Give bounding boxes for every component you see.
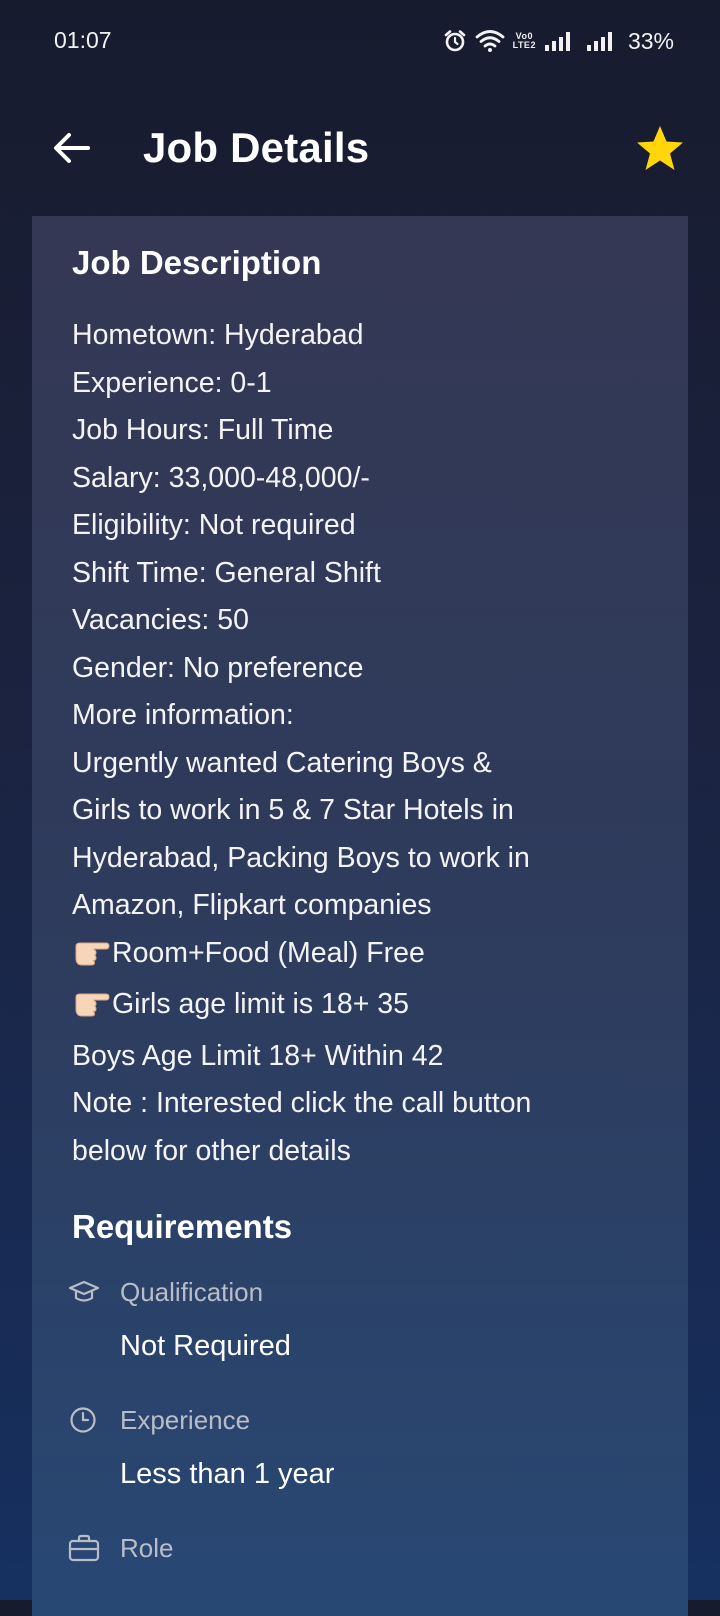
description-line: Job Hours: Full Time bbox=[72, 414, 334, 446]
description-line: Vacancies: 50 bbox=[72, 604, 249, 636]
job-description-text: Hometown: Hyderabad Experience: 0-1 Job … bbox=[72, 312, 662, 1175]
back-button[interactable] bbox=[42, 120, 102, 176]
graduation-cap-icon bbox=[68, 1272, 108, 1312]
requirement-experience: Experience Less than 1 year bbox=[68, 1400, 668, 1491]
description-line: below for other details bbox=[72, 1134, 351, 1167]
battery-percentage: 33% bbox=[627, 27, 674, 54]
description-line: More information: bbox=[72, 699, 294, 731]
status-icons: Vo0 LTE2 33% bbox=[443, 26, 674, 56]
job-details-card: Job Description Hometown: Hyderabad Expe… bbox=[32, 216, 688, 1616]
description-line: Experience: 0-1 bbox=[72, 366, 272, 399]
description-line: Girls to work in 5 & 7 Star Hotels in bbox=[72, 794, 514, 826]
description-line: Amazon, Flipkart companies bbox=[72, 889, 432, 921]
volte-bottom-label: LTE2 bbox=[512, 40, 536, 50]
description-line: Shift Time: General Shift bbox=[72, 556, 381, 589]
app-bar: Job Details bbox=[0, 100, 720, 196]
clock-icon bbox=[68, 1400, 108, 1440]
description-line-with-emoji: Room+Food (Meal) Free bbox=[72, 930, 662, 982]
description-line: Boys Age Limit 18+ Within 42 bbox=[72, 1039, 444, 1072]
star-icon bbox=[637, 126, 683, 170]
description-line: Gender: No preference bbox=[72, 651, 364, 684]
job-description-title: Job Description bbox=[72, 244, 322, 281]
description-line: Eligibility: Not required bbox=[72, 509, 356, 541]
description-line: Note : Interested click the call button bbox=[72, 1087, 532, 1119]
description-line: Salary: 33,000-48,000/- bbox=[72, 461, 370, 494]
description-line-text: Room+Food (Meal) Free bbox=[112, 936, 425, 969]
description-line: Hyderabad, Packing Boys to work in bbox=[72, 841, 530, 874]
status-time: 01:07 bbox=[54, 27, 112, 53]
page-title: Job Details bbox=[143, 124, 370, 171]
signal-icon-2 bbox=[586, 30, 620, 52]
requirement-role: Role bbox=[68, 1528, 668, 1568]
requirement-value: Less than 1 year bbox=[120, 1458, 335, 1490]
description-line: Hometown: Hyderabad bbox=[72, 319, 364, 351]
description-line-with-emoji: Girls age limit is 18+ 35 bbox=[72, 981, 662, 1033]
briefcase-icon bbox=[68, 1528, 108, 1568]
description-line: Urgently wanted Catering Boys & bbox=[72, 746, 492, 779]
requirement-label: Experience bbox=[120, 1404, 251, 1435]
volte-indicator: Vo0 LTE2 bbox=[513, 32, 536, 50]
requirement-label: Qualification bbox=[120, 1276, 264, 1307]
status-bar: 01:07 Vo0 LTE2 33% bbox=[0, 0, 720, 84]
pointing-hand-icon bbox=[72, 985, 110, 1033]
arrow-left-icon bbox=[54, 133, 90, 163]
description-line-text: Girls age limit is 18+ 35 bbox=[112, 988, 409, 1020]
pointing-hand-icon bbox=[72, 934, 110, 982]
wifi-icon bbox=[475, 29, 505, 53]
signal-icon bbox=[544, 30, 578, 52]
requirement-value: Not Required bbox=[120, 1330, 291, 1362]
favorite-button[interactable] bbox=[630, 120, 690, 176]
alarm-icon bbox=[443, 29, 467, 53]
requirement-label: Role bbox=[120, 1532, 174, 1563]
requirement-qualification: Qualification Not Required bbox=[68, 1272, 668, 1363]
requirements-title: Requirements bbox=[72, 1208, 293, 1245]
